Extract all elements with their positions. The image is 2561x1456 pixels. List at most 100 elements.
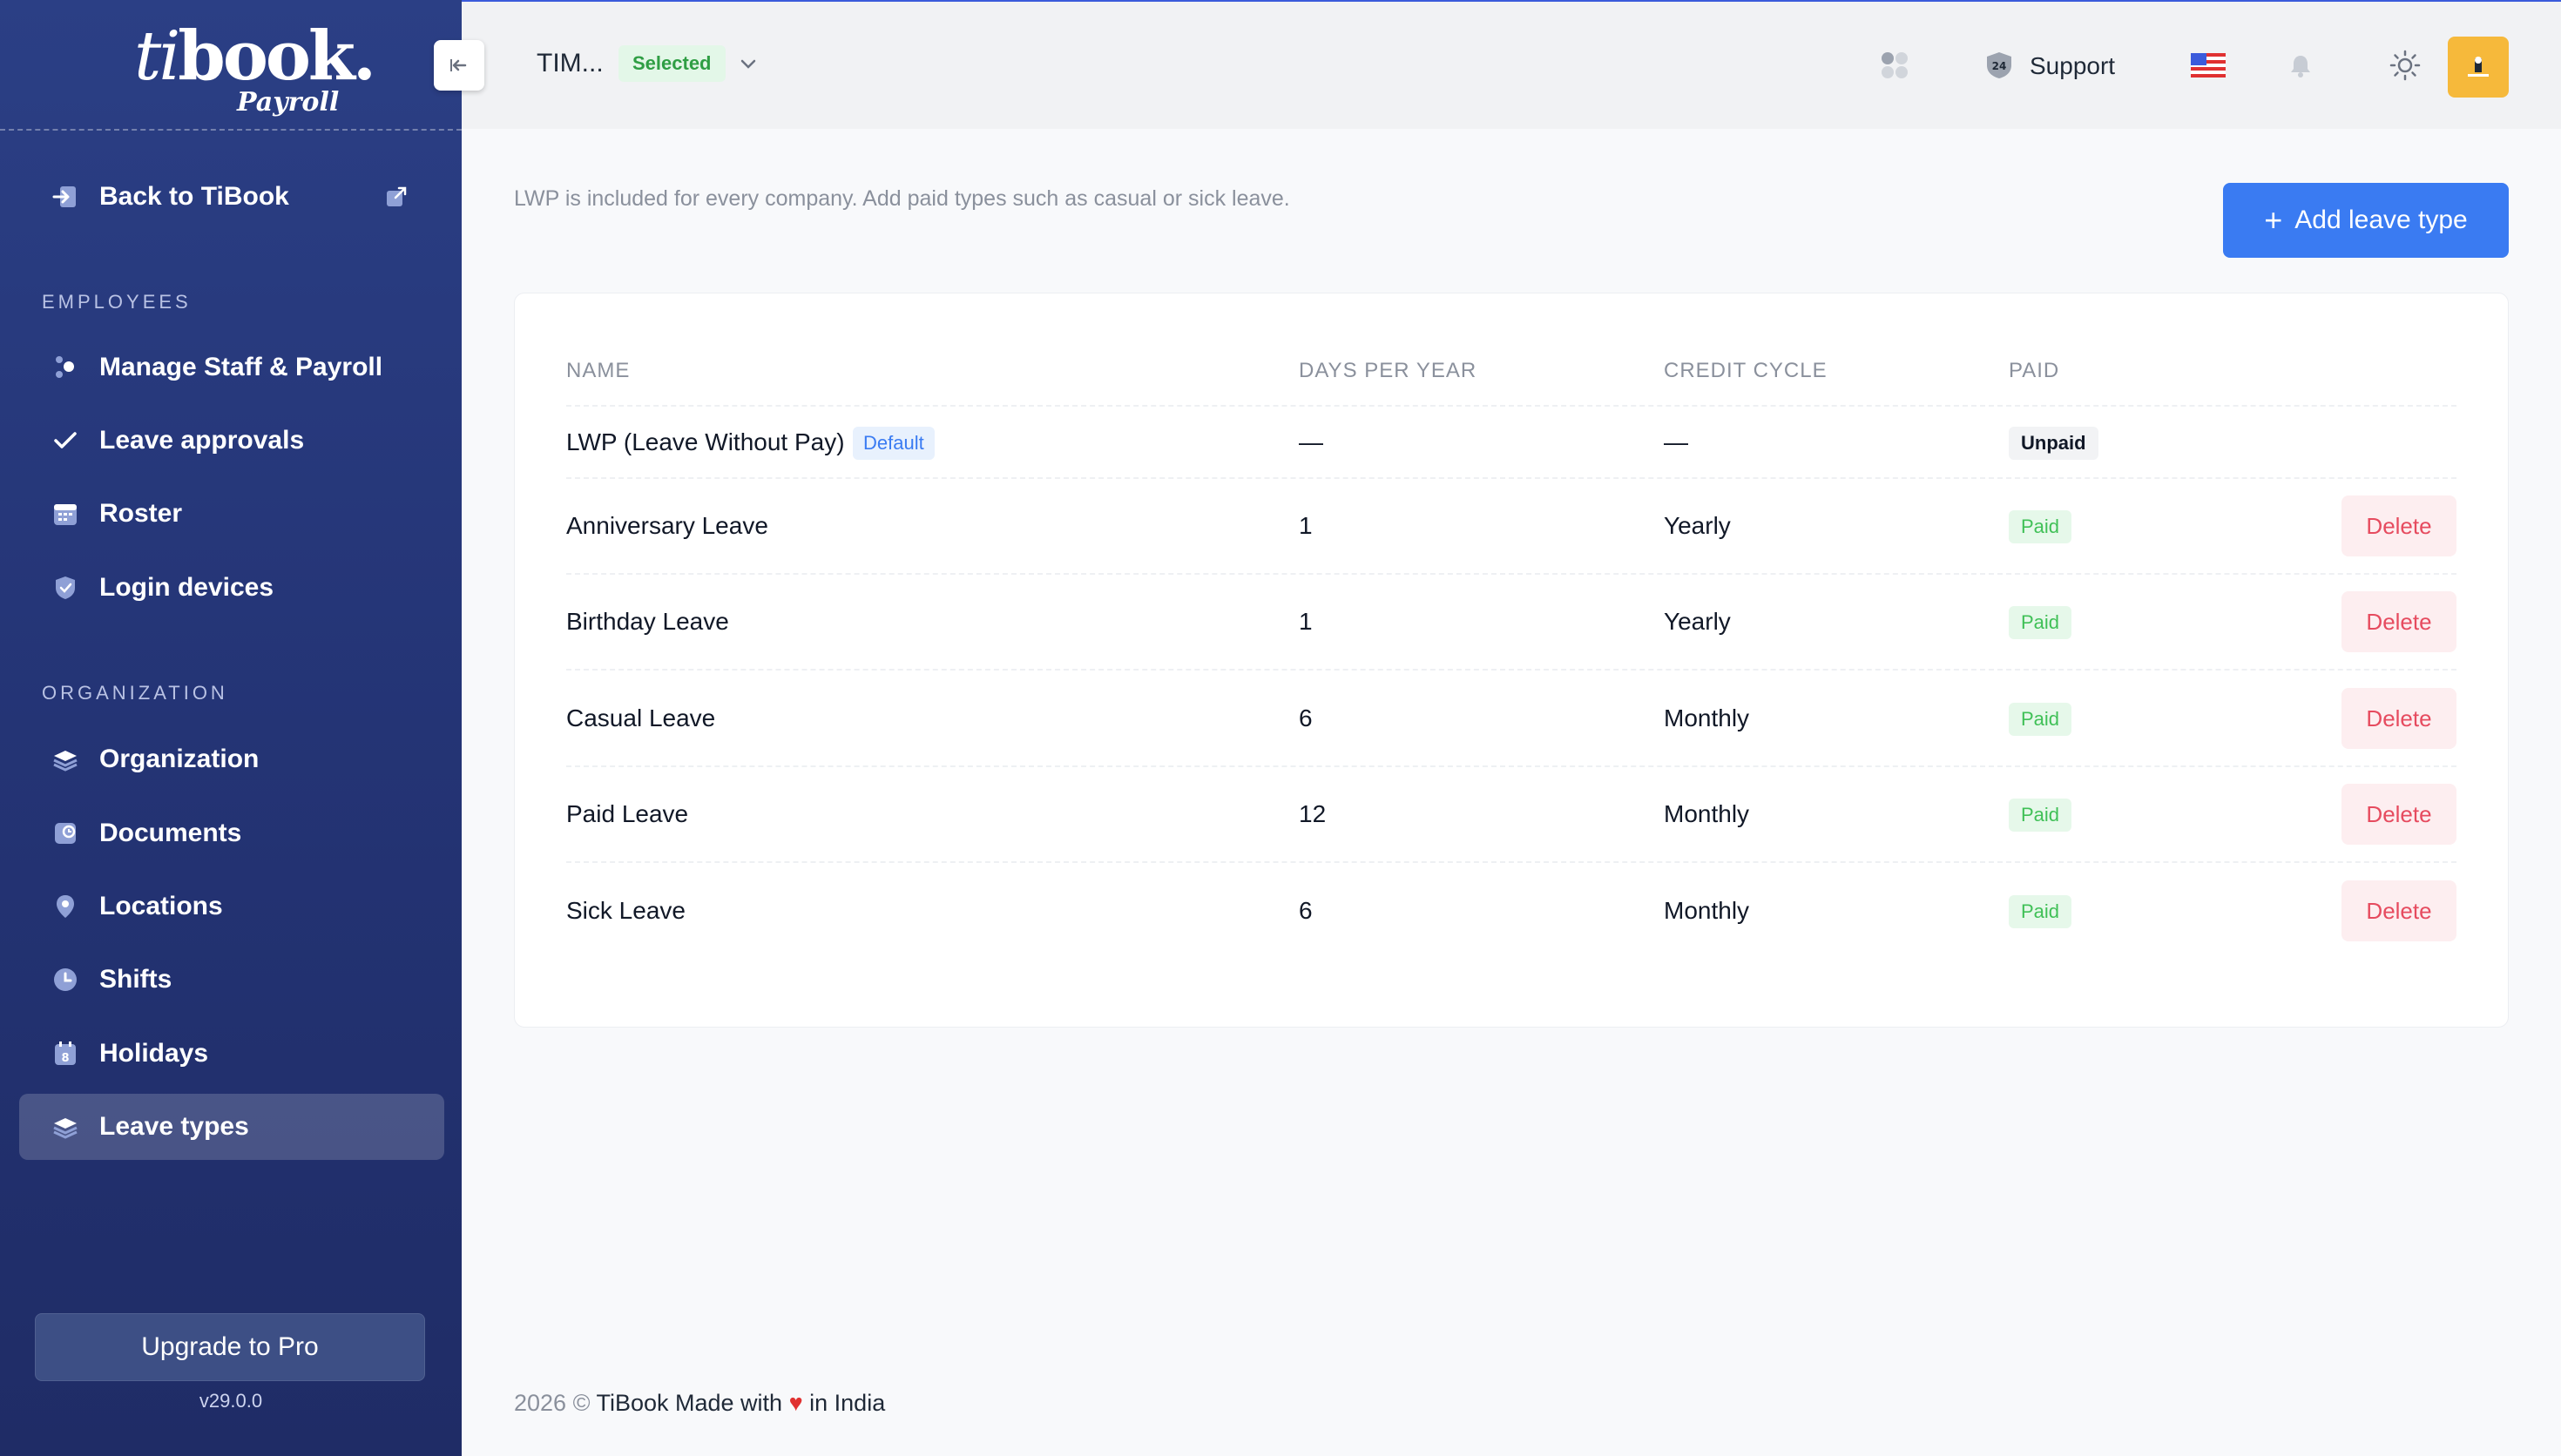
sidebar-item-label: Leave approvals: [99, 426, 305, 455]
sidebar-item-label: Holidays: [99, 1039, 209, 1068]
sidebar-item-login-devices[interactable]: Login devices: [19, 555, 444, 621]
leave-name: LWP (Leave Without Pay): [566, 428, 845, 455]
footer-country: in India: [809, 1390, 886, 1416]
svg-text:24: 24: [1992, 60, 2007, 72]
leave-days: 1: [1299, 512, 1313, 539]
row-divider: [566, 405, 2456, 407]
chevron-down-icon[interactable]: [737, 52, 760, 75]
user-avatar[interactable]: [2448, 37, 2509, 98]
leave-days: —: [1299, 428, 1323, 455]
selected-badge: Selected: [618, 45, 726, 82]
paid-badge: Paid: [2009, 510, 2072, 543]
row-divider: [566, 861, 2456, 863]
sidebar-item-label: Locations: [99, 892, 223, 920]
section-employees: EMPLOYEES: [42, 291, 192, 313]
calendar-8-icon: 8: [51, 1039, 80, 1068]
sidebar-item-label: Shifts: [99, 965, 172, 994]
sidebar-item-documents[interactable]: Documents: [19, 800, 444, 866]
sidebar-item-shifts[interactable]: Shifts: [19, 947, 444, 1013]
upgrade-to-pro-button[interactable]: Upgrade to Pro: [35, 1313, 425, 1381]
shield-icon: [51, 573, 80, 603]
paid-badge: Paid: [2009, 799, 2072, 832]
sidebar-item-label: Manage Staff & Payroll: [99, 353, 383, 381]
sidebar: tibook. Payroll Back to TiBook EMPLOYEES…: [0, 0, 462, 1456]
sidebar-item-leave-types[interactable]: Leave types: [19, 1094, 444, 1160]
login-arrow-icon: [51, 182, 80, 212]
leave-types-table-card: [514, 293, 2509, 1028]
page-description: LWP is included for every company. Add p…: [514, 186, 1290, 211]
avatar-logo-icon: [2468, 57, 2489, 77]
logo-ti: ti: [134, 17, 180, 96]
calendar-icon: [51, 499, 80, 529]
row-divider: [566, 765, 2456, 767]
support-24-icon[interactable]: 24: [1981, 47, 2017, 84]
sidebar-item-locations[interactable]: Locations: [19, 873, 444, 940]
leave-cycle: Monthly: [1664, 800, 1750, 827]
leave-cycle: Yearly: [1664, 512, 1731, 539]
support-link[interactable]: Support: [2030, 52, 2115, 80]
unpaid-badge: Unpaid: [2009, 427, 2098, 460]
logo-subtitle: Payroll: [237, 87, 340, 118]
clock-icon: [51, 965, 80, 994]
delete-button[interactable]: Delete: [2341, 784, 2456, 845]
leave-name: Anniversary Leave: [566, 512, 768, 539]
sidebar-item-label: Organization: [99, 745, 260, 773]
page-footer: 2026 © TiBook Made with ♥ in India: [514, 1390, 885, 1417]
sidebar-item-label: Login devices: [99, 573, 274, 602]
logo-wordmark: tibook.: [134, 23, 376, 91]
apps-grid-icon[interactable]: [1876, 47, 1913, 84]
staff-icon: [51, 353, 80, 382]
app-version: v29.0.0: [199, 1390, 263, 1412]
layers-icon: [51, 745, 80, 774]
leave-name: Birthday Leave: [566, 608, 729, 635]
column-header-paid: PAID: [2009, 359, 2060, 382]
sidebar-item-roster[interactable]: Roster: [19, 481, 444, 547]
us-flag-icon[interactable]: [2190, 47, 2227, 84]
plus-icon: +: [2264, 202, 2283, 238]
footer-made-with: TiBook Made with: [596, 1390, 783, 1416]
leave-days: 12: [1299, 800, 1327, 827]
collapse-sidebar-button[interactable]: [434, 40, 484, 91]
layers-icon: [51, 1112, 80, 1142]
leave-days: 1: [1299, 608, 1313, 635]
row-divider: [566, 573, 2456, 575]
top-header: TIM... Selected 24 Support: [462, 2, 2561, 129]
sidebar-item-label: Roster: [99, 499, 183, 528]
leave-cycle: Yearly: [1664, 608, 1731, 635]
add-leave-type-button[interactable]: + Add leave type: [2223, 183, 2509, 258]
delete-button[interactable]: Delete: [2341, 688, 2456, 749]
row-divider: [566, 669, 2456, 671]
footer-year: 2026 ©: [514, 1390, 591, 1416]
sidebar-item-organization[interactable]: Organization: [19, 726, 444, 792]
document-icon: [51, 819, 80, 848]
brand-logo[interactable]: tibook. Payroll: [0, 0, 462, 131]
delete-button[interactable]: Delete: [2341, 495, 2456, 556]
leave-cycle: —: [1664, 428, 1688, 455]
back-to-tibook-label: Back to TiBook: [99, 182, 289, 211]
company-name[interactable]: TIM...: [537, 49, 604, 78]
sun-theme-icon[interactable]: [2387, 47, 2423, 84]
bell-icon[interactable]: [2282, 47, 2319, 84]
paid-badge: Paid: [2009, 703, 2072, 736]
section-organization: ORGANIZATION: [42, 682, 228, 704]
add-leave-type-label: Add leave type: [2294, 206, 2468, 234]
sidebar-item-manage-staff[interactable]: Manage Staff & Payroll: [19, 334, 444, 401]
leave-name: Casual Leave: [566, 704, 716, 731]
sidebar-item-holidays[interactable]: 8 Holidays: [19, 1021, 444, 1087]
location-pin-icon: [51, 892, 80, 921]
column-header-days: DAYS PER YEAR: [1299, 359, 1477, 382]
delete-button[interactable]: Delete: [2341, 880, 2456, 941]
paid-badge: Paid: [2009, 606, 2072, 639]
check-icon: [51, 426, 80, 455]
leave-cycle: Monthly: [1664, 704, 1750, 731]
heart-icon: ♥: [788, 1390, 803, 1416]
sidebar-item-leave-approvals[interactable]: Leave approvals: [19, 408, 444, 474]
back-to-tibook-link[interactable]: Back to TiBook: [19, 164, 444, 230]
delete-button[interactable]: Delete: [2341, 591, 2456, 652]
sidebar-item-label: Leave types: [99, 1112, 249, 1141]
sidebar-item-label: Documents: [99, 819, 242, 847]
leave-days: 6: [1299, 897, 1313, 924]
paid-badge: Paid: [2009, 895, 2072, 928]
logo-book: book.: [178, 17, 376, 96]
svg-text:8: 8: [61, 1052, 69, 1065]
